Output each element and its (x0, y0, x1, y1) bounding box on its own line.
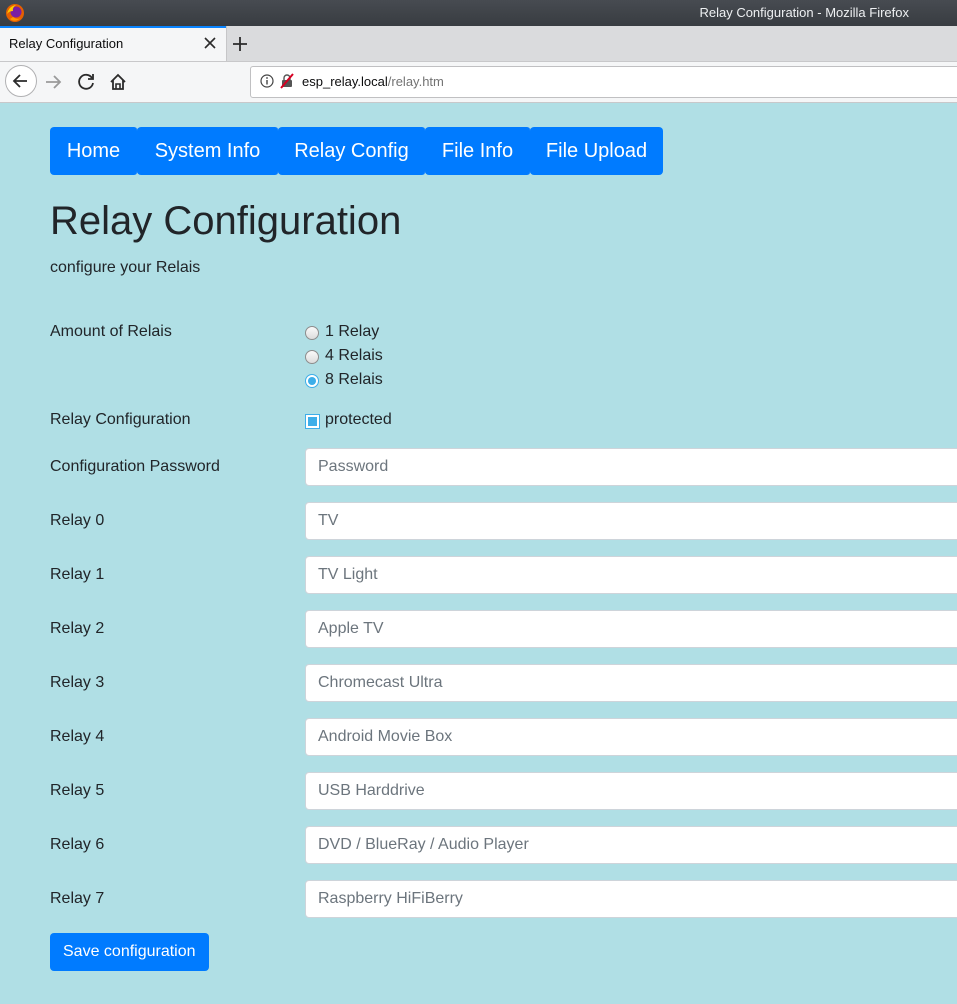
save-configuration-button[interactable]: Save configuration (50, 933, 209, 971)
relay-label: Relay 2 (50, 620, 105, 637)
relay-label: Relay 1 (50, 566, 105, 583)
relay-0-input[interactable] (305, 502, 957, 540)
tab-relay-configuration[interactable]: Relay Configuration (0, 26, 227, 61)
home-icon[interactable] (102, 66, 134, 98)
config-label: Relay Configuration (50, 411, 191, 428)
nav-system-info[interactable]: System Info (137, 127, 279, 175)
protected-checkbox[interactable] (305, 414, 320, 429)
relay-3-input[interactable] (305, 664, 957, 702)
relay-label: Relay 6 (50, 836, 105, 853)
close-tab-icon[interactable] (202, 35, 218, 51)
firefox-logo-icon (6, 4, 24, 22)
relay-6-input[interactable] (305, 826, 957, 864)
url-host: esp_relay.local (302, 74, 388, 89)
new-tab-icon[interactable] (230, 34, 250, 54)
info-icon[interactable] (260, 74, 274, 88)
nav-file-info[interactable]: File Info (425, 127, 531, 175)
password-label: Configuration Password (50, 458, 220, 475)
page-subtitle: configure your Relais (50, 259, 201, 276)
relay-label: Relay 5 (50, 782, 105, 799)
address-bar[interactable]: esp_relay.local/relay.htm (250, 66, 957, 98)
nav-home[interactable]: Home (50, 127, 138, 175)
url-text: esp_relay.local/relay.htm (302, 74, 444, 89)
radio-button[interactable] (305, 350, 319, 364)
back-icon[interactable] (5, 65, 37, 97)
radio-label: 1 Relay (325, 323, 380, 340)
radio-label: 8 Relais (325, 371, 383, 388)
forward-icon[interactable] (38, 66, 70, 98)
nav-file-upload[interactable]: File Upload (530, 127, 663, 175)
insecure-lock-icon (280, 73, 294, 89)
tab-label: Relay Configuration (9, 36, 124, 51)
relay-label: Relay 3 (50, 674, 105, 691)
nav-relay-config[interactable]: Relay Config (278, 127, 426, 175)
radio-label: 4 Relais (325, 347, 383, 364)
tab-strip: Relay Configuration (0, 26, 957, 62)
window-titlebar: Relay Configuration - Mozilla Firefox (0, 0, 957, 26)
navigation-toolbar: esp_relay.local/relay.htm (0, 62, 957, 103)
password-field[interactable] (305, 448, 957, 486)
relay-2-input[interactable] (305, 610, 957, 648)
amount-label: Amount of Relais (50, 323, 172, 340)
relay-label: Relay 0 (50, 512, 105, 529)
protected-label: protected (325, 411, 392, 428)
relay-7-input[interactable] (305, 880, 957, 918)
radio-button[interactable] (305, 326, 319, 340)
relay-label: Relay 7 (50, 890, 105, 907)
url-path: /relay.htm (387, 74, 444, 89)
relay-1-input[interactable] (305, 556, 957, 594)
relay-label: Relay 4 (50, 728, 105, 745)
relay-4-input[interactable] (305, 718, 957, 756)
page-content: Home System Info Relay Config File Info … (0, 103, 957, 1004)
relay-5-input[interactable] (305, 772, 957, 810)
reload-icon[interactable] (70, 66, 102, 98)
window-title: Relay Configuration - Mozilla Firefox (699, 5, 909, 20)
page-title: Relay Configuration (50, 199, 402, 243)
radio-button-checked[interactable] (305, 374, 319, 388)
